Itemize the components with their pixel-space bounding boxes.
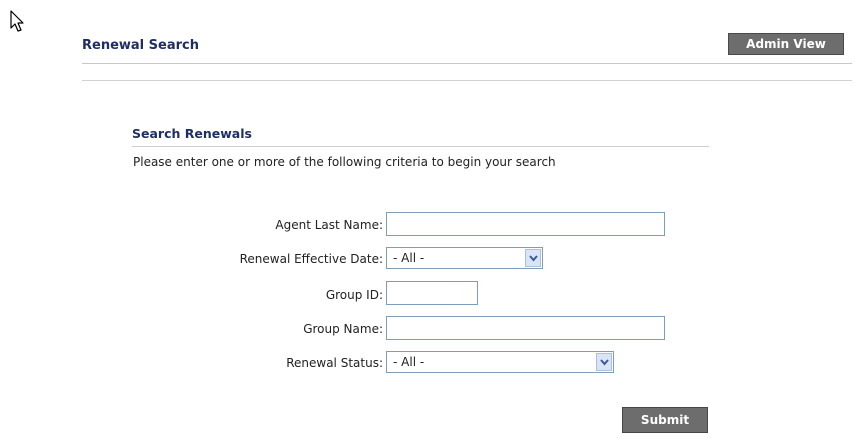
renewal-effective-date-select[interactable]: - All - (386, 247, 543, 269)
chevron-down-icon[interactable] (596, 353, 612, 371)
section-divider (132, 146, 709, 147)
renewal-status-value: - All - (393, 355, 425, 369)
page-title: Renewal Search (82, 38, 199, 53)
renewal-effective-date-value: - All - (393, 251, 425, 265)
search-instructions: Please enter one or more of the followin… (133, 155, 556, 169)
header-divider-lower (82, 80, 852, 81)
header-divider (82, 63, 852, 64)
renewal-effective-date-label: Renewal Effective Date: (239, 252, 383, 266)
section-title: Search Renewals (132, 126, 252, 141)
agent-last-name-input[interactable] (386, 212, 665, 236)
renewal-status-label: Renewal Status: (286, 356, 383, 370)
chevron-down-icon[interactable] (525, 249, 541, 267)
agent-last-name-label: Agent Last Name: (275, 218, 383, 232)
group-id-label: Group ID: (325, 288, 383, 302)
group-name-input[interactable] (386, 316, 665, 340)
renewal-status-select[interactable]: - All - (386, 351, 614, 373)
group-name-label: Group Name: (303, 322, 383, 336)
admin-view-button[interactable]: Admin View (728, 33, 844, 55)
submit-button[interactable]: Submit (622, 407, 708, 433)
mouse-pointer-icon (10, 10, 24, 32)
group-id-input[interactable] (386, 281, 478, 305)
